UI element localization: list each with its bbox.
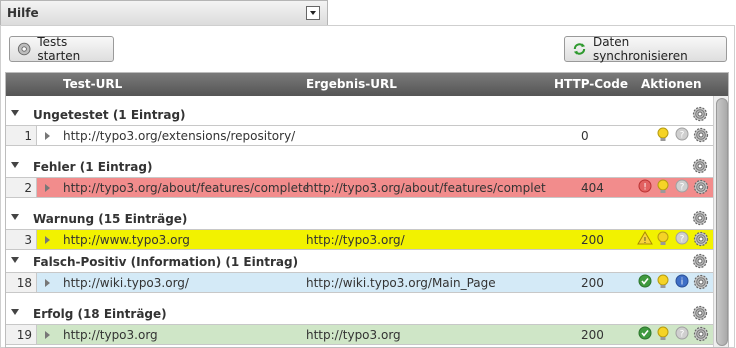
result-url-cell: http://typo3.org/	[306, 233, 405, 247]
warning-icon: !	[637, 231, 653, 248]
gear-icon[interactable]	[693, 326, 709, 345]
vertical-scrollbar[interactable]	[713, 96, 728, 347]
row-actions: ?!	[623, 179, 713, 197]
svg-text:?: ?	[680, 330, 685, 340]
check-icon	[638, 326, 652, 343]
error-icon: !	[638, 179, 652, 196]
group-title: Warnung (15 Einträge)	[33, 212, 188, 226]
start-tests-button[interactable]: Tests starten	[9, 35, 114, 63]
result-url-cell: http://typo3.org/about/features/complete	[306, 181, 546, 195]
svg-text:i: i	[681, 278, 684, 288]
http-code-cell: 0	[581, 129, 589, 143]
grid-body: Ungetestet (1 Eintrag) 1 http://typo3.org/…	[6, 96, 713, 347]
result-url-cell: http://typo3.org	[306, 328, 401, 342]
result-url-cell: http://wiki.typo3.org/Main_Page	[306, 276, 496, 290]
help-header: Hilfe	[0, 0, 328, 26]
expand-row-icon[interactable]	[45, 184, 50, 192]
group-header[interactable]: Warnung (15 Einträge)	[6, 208, 713, 229]
group-title: Fehler (1 Eintrag)	[33, 160, 153, 174]
test-url-cell: http://typo3.org/extensions/repository/	[63, 129, 296, 143]
gear-icon[interactable]	[692, 253, 708, 272]
collapse-triangle-icon[interactable]	[11, 162, 19, 168]
start-tests-label: Tests starten	[37, 35, 81, 63]
table-row[interactable]: 3 http://www.typo3.org http://typo3.org/20…	[6, 229, 713, 250]
lightbulb-icon[interactable]	[656, 127, 670, 146]
table-row[interactable]: 18 http://wiki.typo3.org/http://wiki.typo…	[6, 272, 713, 293]
test-url-cell: http://wiki.typo3.org/	[63, 276, 189, 290]
test-url-cell: http://typo3.org/about/features/complete	[63, 181, 308, 195]
help-icon[interactable]: ?	[675, 231, 689, 248]
http-code-cell: 200	[581, 328, 604, 342]
gear-icon[interactable]	[693, 274, 709, 293]
lightbulb-icon[interactable]	[656, 231, 670, 250]
gear-icon[interactable]	[692, 210, 708, 229]
check-icon	[638, 274, 652, 291]
column-result-url[interactable]: Ergebnis-URL	[306, 77, 397, 91]
lightbulb-icon[interactable]	[656, 179, 670, 198]
row-number: 2	[6, 178, 37, 197]
expand-row-icon[interactable]	[45, 236, 50, 244]
gear-icon	[17, 42, 31, 56]
gear-icon[interactable]	[693, 179, 709, 198]
help-icon[interactable]: ?	[675, 127, 689, 144]
test-url-cell: http://typo3.org	[63, 328, 158, 342]
expand-row-icon[interactable]	[45, 279, 50, 287]
svg-text:!: !	[643, 236, 646, 245]
table-row[interactable]: 1 http://typo3.org/extensions/repository/…	[6, 125, 713, 146]
row-actions: ?	[623, 127, 713, 145]
row-actions: i	[623, 274, 713, 292]
collapse-triangle-icon[interactable]	[11, 309, 19, 315]
table-row[interactable]: 19 http://typo3.org http://typo3.org 200?	[6, 324, 713, 345]
sync-icon	[573, 43, 586, 55]
gear-icon[interactable]	[693, 231, 709, 250]
lightbulb-icon[interactable]	[656, 326, 670, 345]
column-actions[interactable]: Aktionen	[641, 77, 702, 91]
link-validator-grid: Test-URL Ergebnis-URL HTTP-Code Aktionen…	[5, 72, 729, 348]
expand-row-icon[interactable]	[45, 132, 50, 140]
group-title: Falsch-Positiv (Information) (1 Eintrag)	[33, 255, 299, 269]
svg-text:?: ?	[680, 131, 685, 141]
gear-icon[interactable]	[692, 106, 708, 125]
gear-icon[interactable]	[692, 158, 708, 177]
svg-text:?: ?	[680, 235, 685, 245]
collapse-triangle-icon[interactable]	[11, 257, 19, 263]
row-number: 3	[6, 230, 37, 249]
group-header[interactable]: Falsch-Positiv (Information) (1 Eintrag)	[6, 251, 713, 272]
scrollbar-thumb[interactable]	[716, 98, 728, 346]
row-number: 1	[6, 126, 37, 145]
expand-row-icon[interactable]	[45, 331, 50, 339]
collapse-triangle-icon[interactable]	[11, 110, 19, 116]
gear-icon[interactable]	[692, 305, 708, 324]
row-number: 18	[6, 273, 37, 292]
gear-icon[interactable]	[693, 127, 709, 146]
group-header[interactable]: Fehler (1 Eintrag)	[6, 156, 713, 177]
column-http-code[interactable]: HTTP-Code	[554, 77, 628, 91]
group-header[interactable]: Ungetestet (1 Eintrag)	[6, 104, 713, 125]
svg-text:!: !	[643, 183, 647, 193]
group-header[interactable]: Erfolg (18 Einträge)	[6, 303, 713, 324]
collapse-triangle-icon[interactable]	[11, 214, 19, 220]
help-title: Hilfe	[7, 6, 39, 20]
info-icon[interactable]: i	[675, 274, 689, 291]
svg-text:?: ?	[680, 183, 685, 193]
test-url-cell: http://www.typo3.org	[63, 233, 190, 247]
dropdown-toggle-icon[interactable]	[306, 6, 320, 20]
sync-data-button[interactable]: Daten synchronisieren	[564, 35, 727, 63]
row-actions: ?!	[623, 231, 713, 249]
column-test-url[interactable]: Test-URL	[63, 77, 122, 91]
sync-data-label: Daten synchronisieren	[592, 35, 688, 63]
http-code-cell: 200	[581, 276, 604, 290]
group-title: Erfolg (18 Einträge)	[33, 307, 167, 321]
http-code-cell: 200	[581, 233, 604, 247]
group-title: Ungetestet (1 Eintrag)	[33, 108, 186, 122]
table-row[interactable]: 2 http://typo3.org/about/features/complet…	[6, 177, 713, 198]
http-code-cell: 404	[581, 181, 604, 195]
grid-header: Test-URL Ergebnis-URL HTTP-Code Aktionen	[6, 73, 728, 96]
help-icon[interactable]: ?	[675, 179, 689, 196]
help-icon[interactable]: ?	[675, 326, 689, 343]
row-number: 19	[6, 325, 37, 344]
lightbulb-icon[interactable]	[656, 274, 670, 293]
row-actions: ?	[623, 326, 713, 344]
